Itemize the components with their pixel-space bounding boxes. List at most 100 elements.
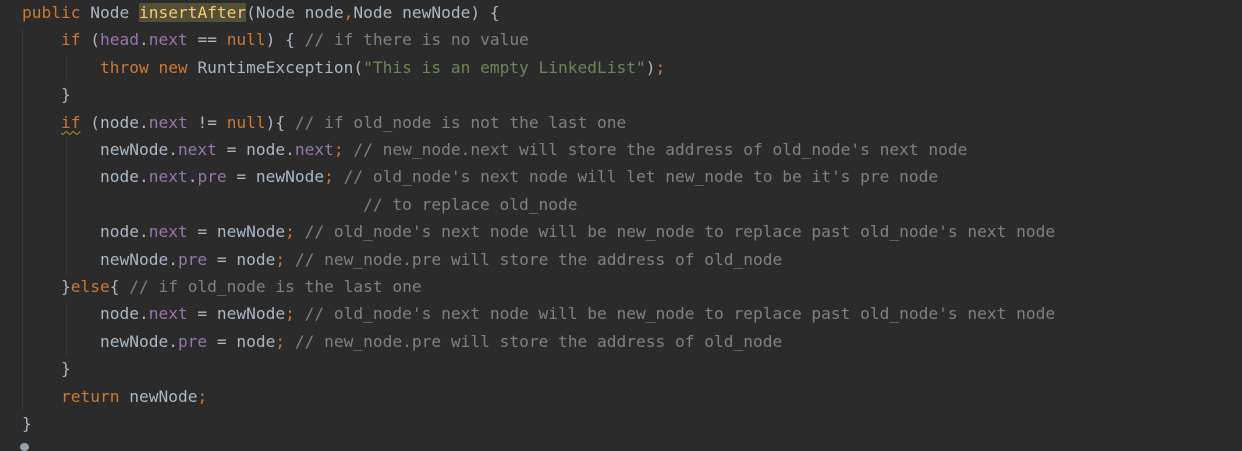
- code-token: // to replace old_node: [363, 194, 578, 214]
- code-token: next: [148, 167, 188, 187]
- code-token: ;: [324, 167, 344, 187]
- code-line[interactable]: newNode.pre = node; // new_node.pre will…: [22, 246, 782, 273]
- code-token: = newNode: [226, 167, 325, 187]
- code-token: ;: [275, 331, 295, 351]
- code-line[interactable]: // to replace old_node: [22, 191, 578, 218]
- code-token: ;: [275, 249, 295, 269]
- code-token: pre: [177, 249, 208, 269]
- code-token: (: [90, 30, 100, 50]
- code-token: // old_node's next node will be new_node…: [304, 222, 1056, 242]
- code-token: newNode.: [99, 249, 178, 269]
- code-line[interactable]: }: [22, 355, 71, 382]
- code-token: // old_node's next node will let new_nod…: [343, 167, 939, 187]
- code-token: node.: [99, 167, 149, 187]
- code-token: ;: [285, 222, 305, 242]
- code-token: !=: [187, 112, 227, 132]
- code-token: node.: [99, 304, 149, 324]
- code-token: if: [60, 30, 91, 50]
- code-token: Node newNode) {: [353, 3, 500, 22]
- code-token: null: [226, 30, 266, 50]
- code-line[interactable]: node.next.pre = newNode; // old_node's n…: [22, 163, 938, 190]
- code-token: next: [148, 222, 188, 242]
- code-token: = node.: [216, 140, 295, 159]
- code-token: = node: [207, 249, 276, 269]
- code-token: // if there is no value: [304, 30, 529, 50]
- code-token: ;: [285, 304, 305, 324]
- code-token: Node: [90, 3, 139, 22]
- code-line[interactable]: node.next = newNode; // old_node's next …: [22, 300, 1055, 327]
- code-line[interactable]: newNode.pre = node; // new_node.pre will…: [22, 328, 782, 355]
- code-token: {: [109, 277, 130, 296]
- code-editor[interactable]: public Node insertAfter(Node node,Node n…: [0, 0, 1242, 451]
- code-token: newNode.: [99, 140, 178, 159]
- code-token: }: [60, 277, 71, 296]
- code-token: .: [138, 30, 149, 50]
- code-token: newNode: [129, 386, 198, 406]
- code-line[interactable]: }: [22, 81, 71, 108]
- code-token: return: [60, 386, 130, 406]
- code-token: if: [60, 112, 81, 132]
- code-line[interactable]: return newNode;: [22, 383, 207, 410]
- code-token: pre: [197, 167, 227, 187]
- code-token: (Node node: [246, 3, 344, 22]
- code-token: insertAfter: [138, 3, 247, 22]
- code-token: next: [148, 30, 188, 50]
- code-token: }: [60, 359, 71, 379]
- code-token: next: [148, 112, 188, 132]
- code-token: = node: [207, 331, 276, 351]
- code-line[interactable]: node.next = newNode; // old_node's next …: [22, 218, 1055, 245]
- code-token: = newNode: [187, 222, 286, 242]
- code-token: // if old_node is the last one: [129, 277, 422, 296]
- code-token: ;: [333, 140, 354, 159]
- code-token: .: [187, 167, 198, 187]
- code-line[interactable]: }else{ // if old_node is the last one: [22, 273, 422, 300]
- code-token: (node.: [80, 112, 149, 132]
- code-line[interactable]: newNode.next = node.next; // new_node.ne…: [22, 136, 967, 163]
- code-token: }: [60, 85, 71, 105]
- code-token: ,: [343, 3, 354, 22]
- code-line[interactable]: if (head.next == null) { // if there is …: [22, 26, 529, 53]
- code-token: ;: [655, 57, 666, 77]
- code-token: ) {: [265, 30, 305, 50]
- code-token: next: [148, 304, 188, 324]
- code-token: = newNode: [187, 304, 286, 324]
- code-token: head: [99, 30, 139, 50]
- code-token: // old_node's next node will be new_node…: [304, 304, 1056, 324]
- code-token: null: [226, 112, 266, 132]
- code-token: ): [645, 57, 656, 77]
- code-token: // new_node.next will store the address …: [353, 140, 968, 159]
- code-line[interactable]: public Node insertAfter(Node node,Node n…: [22, 0, 500, 26]
- code-token: public: [22, 3, 91, 22]
- code-token: newNode.: [99, 331, 178, 351]
- code-line[interactable]: if (node.next != null){ // if old_node i…: [22, 109, 626, 136]
- code-token: ==: [187, 30, 227, 50]
- code-token: // new_node.pre will store the address o…: [294, 331, 783, 351]
- code-token: pre: [177, 331, 208, 351]
- code-token: "This is an empty LinkedList": [363, 57, 646, 77]
- code-line[interactable]: }: [22, 410, 32, 437]
- code-token: throw new: [99, 57, 198, 77]
- code-token: next: [294, 140, 334, 159]
- code-token: ){: [265, 112, 295, 132]
- code-token: // if old_node is not the last one: [294, 112, 627, 132]
- code-token: RuntimeException(: [197, 57, 364, 77]
- code-token: node.: [99, 222, 149, 242]
- code-token: ;: [197, 386, 208, 406]
- code-token: // new_node.pre will store the address o…: [294, 249, 783, 269]
- code-token: else: [70, 277, 110, 296]
- next-line-fold-marker: [20, 443, 29, 451]
- code-line[interactable]: throw new RuntimeException("This is an e…: [22, 54, 665, 81]
